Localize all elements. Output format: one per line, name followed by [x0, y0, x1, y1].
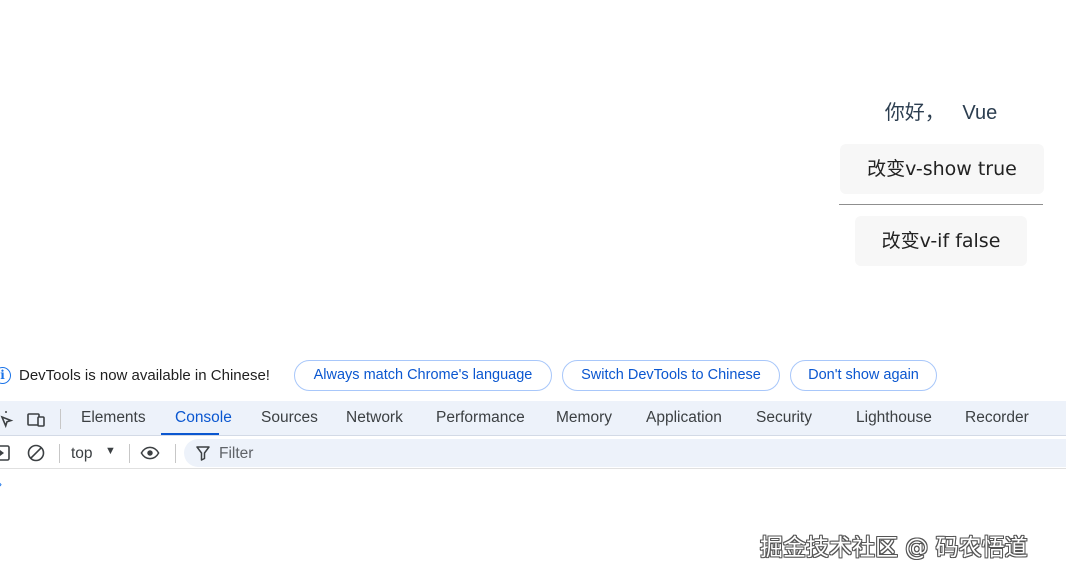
divider	[839, 204, 1043, 205]
live-expression-eye-icon[interactable]	[140, 443, 160, 463]
toggle-v-show-button[interactable]: 改变v-show true	[840, 144, 1044, 194]
console-filter-input[interactable]: Filter	[184, 439, 1066, 467]
filter-icon	[196, 446, 210, 461]
switch-to-chinese-button[interactable]: Switch DevTools to Chinese	[562, 360, 780, 391]
active-tab-indicator	[161, 433, 219, 435]
toolbar-separator	[175, 444, 176, 463]
devtools-tabbar: Elements Console Sources Network Perform…	[0, 401, 1066, 436]
tab-recorder[interactable]: Recorder	[965, 409, 1029, 427]
tab-lighthouse[interactable]: Lighthouse	[856, 409, 932, 427]
context-selector[interactable]: top	[71, 445, 93, 463]
watermark-text: 掘金技术社区 @ 码农悟道	[760, 535, 1028, 561]
info-icon: i	[0, 367, 11, 384]
dont-show-again-button[interactable]: Don't show again	[790, 360, 937, 391]
tab-memory[interactable]: Memory	[556, 409, 612, 427]
tab-sources[interactable]: Sources	[261, 409, 318, 427]
console-prompt-icon[interactable]: ›	[0, 477, 2, 491]
filter-placeholder: Filter	[219, 445, 254, 462]
greeting-prefix: 你好，	[884, 102, 945, 124]
tab-performance[interactable]: Performance	[436, 409, 525, 427]
toggle-v-if-button[interactable]: 改变v-if false	[855, 216, 1027, 266]
greeting-name: Vue	[962, 102, 998, 124]
console-toolbar: top ▼ Filter	[0, 437, 1066, 469]
tabbar-separator	[60, 409, 61, 429]
tab-application[interactable]: Application	[646, 409, 722, 427]
always-match-language-button[interactable]: Always match Chrome's language	[294, 360, 552, 391]
devtools-language-infobar: i DevTools is now available in Chinese! …	[0, 356, 1066, 394]
show-sidebar-icon[interactable]	[0, 443, 12, 463]
context-dropdown-icon[interactable]: ▼	[105, 445, 116, 457]
tab-security[interactable]: Security	[756, 409, 812, 427]
clear-console-icon[interactable]	[26, 443, 46, 463]
tab-console[interactable]: Console	[175, 409, 232, 427]
device-toolbar-icon[interactable]	[26, 409, 46, 429]
tab-elements[interactable]: Elements	[81, 409, 146, 427]
tab-network[interactable]: Network	[346, 409, 403, 427]
inspect-element-icon[interactable]	[0, 409, 14, 429]
infobar-message: DevTools is now available in Chinese!	[19, 367, 270, 384]
toolbar-separator	[59, 444, 60, 463]
toolbar-separator	[129, 444, 130, 463]
greeting-text: 你好， Vue	[838, 96, 1044, 125]
